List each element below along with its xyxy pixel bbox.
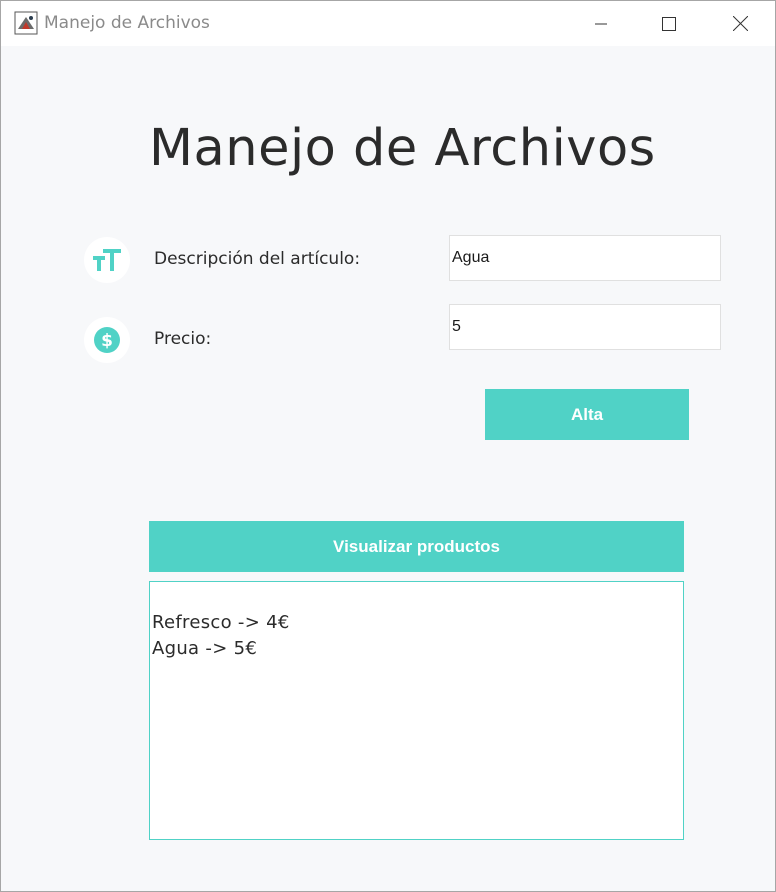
maximize-button[interactable] <box>646 1 692 46</box>
price-input[interactable]: 5 <box>449 304 721 350</box>
output-line: Agua -> 5€ <box>152 638 258 659</box>
dollar-coin-icon: $ <box>84 317 130 363</box>
description-input[interactable]: Agua <box>449 235 721 281</box>
products-output-area[interactable]: Refresco -> 4€ Agua -> 5€ <box>149 581 684 840</box>
close-button[interactable] <box>717 1 763 46</box>
app-window: Manejo de Archivos Manejo de Archivos De… <box>0 0 776 892</box>
java-cup-icon <box>14 11 38 35</box>
minimize-button[interactable] <box>578 1 624 46</box>
svg-text:$: $ <box>101 331 113 351</box>
title-bar[interactable]: Manejo de Archivos <box>1 1 775 46</box>
text-size-icon <box>84 237 130 283</box>
close-icon <box>732 16 748 31</box>
output-line: Refresco -> 4€ <box>152 612 290 633</box>
alta-button[interactable]: Alta <box>485 389 689 440</box>
view-products-button[interactable]: Visualizar productos <box>149 521 684 572</box>
window-title: Manejo de Archivos <box>44 13 210 33</box>
minimize-icon <box>595 18 607 30</box>
description-label: Descripción del artículo: <box>154 249 361 269</box>
maximize-icon <box>662 16 676 31</box>
page-title: Manejo de Archivos <box>149 119 656 178</box>
price-label: Precio: <box>154 329 212 349</box>
